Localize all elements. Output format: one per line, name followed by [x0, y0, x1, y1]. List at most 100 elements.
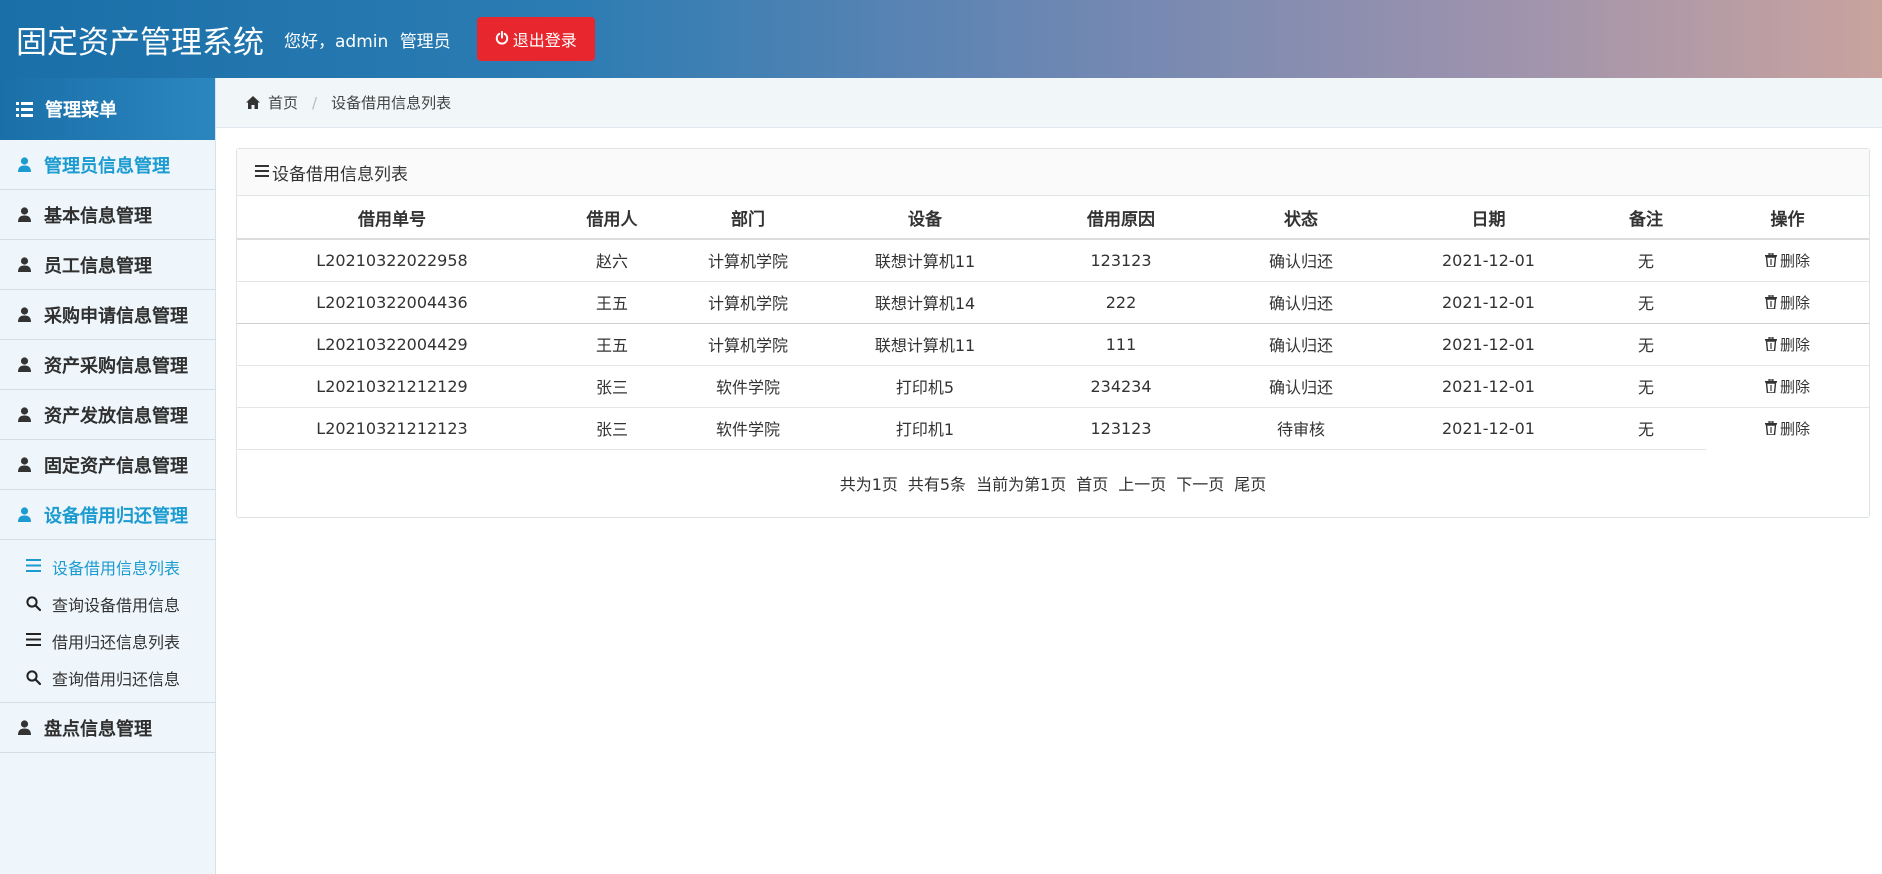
pager-current: 当前为第1页	[976, 475, 1067, 494]
cell-reason: 123123	[1031, 239, 1211, 282]
user-icon	[18, 306, 32, 323]
user-icon	[18, 456, 32, 473]
sidebar-item-basic-info[interactable]: 基本信息管理	[0, 190, 215, 240]
cell-borrower: 王五	[547, 323, 677, 366]
cell-device: 打印机5	[819, 365, 1031, 408]
cell-device: 联想计算机11	[819, 323, 1031, 366]
cell-id: L20210322022958	[237, 239, 547, 282]
user-icon	[18, 406, 32, 423]
delete-label: 删除	[1779, 377, 1810, 396]
delete-button[interactable]: 删除	[1764, 334, 1810, 355]
cell-borrower: 张三	[547, 365, 677, 408]
cell-borrower: 王五	[547, 281, 677, 324]
sidebar-item-label: 员工信息管理	[44, 255, 152, 277]
subitem-search-return[interactable]: 查询借用归还信息	[0, 659, 215, 696]
cell-dept: 软件学院	[677, 407, 819, 450]
search-icon	[26, 595, 42, 612]
role-text: 管理员	[399, 31, 451, 52]
panel-title: 设备借用信息列表	[272, 164, 408, 185]
cell-action: 删除	[1706, 323, 1869, 366]
table-row: L20210322004436 王五 计算机学院 联想计算机14 222 确认归…	[237, 281, 1869, 324]
borrow-list-panel: 设备借用信息列表 借用单号 借用人 部门 设备 借用原因 状态 日期 备注 操作…	[236, 148, 1870, 518]
cell-status: 确认归还	[1211, 239, 1391, 282]
cell-id: L20210321212129	[237, 365, 547, 408]
cell-device: 打印机1	[819, 407, 1031, 450]
table-row: L20210322022958 赵六 计算机学院 联想计算机11 123123 …	[237, 239, 1869, 282]
cell-action: 删除	[1706, 365, 1869, 408]
pager-first-link[interactable]: 首页	[1076, 471, 1108, 495]
subitem-label: 查询设备借用信息	[52, 595, 181, 615]
sidebar-item-label: 资产发放信息管理	[44, 405, 188, 427]
pager-last-link[interactable]: 尾页	[1234, 471, 1266, 495]
cell-status: 确认归还	[1211, 281, 1391, 324]
sidebar-item-asset-purchase[interactable]: 资产采购信息管理	[0, 340, 215, 390]
submenu-equipment-borrow: 设备借用信息列表 查询设备借用信息 借用归还信息列表 查询借用归还信息	[0, 540, 215, 703]
column-header: 借用人	[547, 196, 677, 240]
subitem-label: 查询借用归还信息	[52, 669, 181, 689]
pager-prev-link[interactable]: 上一页	[1118, 471, 1166, 495]
cell-date: 2021-12-01	[1391, 407, 1586, 450]
pager-next-link[interactable]: 下一页	[1176, 471, 1224, 495]
delete-button[interactable]: 删除	[1764, 376, 1810, 397]
trash-icon	[1764, 378, 1778, 394]
sidebar-item-fixed-assets[interactable]: 固定资产信息管理	[0, 440, 215, 490]
delete-label: 删除	[1779, 335, 1810, 354]
table-header-row: 借用单号 借用人 部门 设备 借用原因 状态 日期 备注 操作	[237, 196, 1869, 240]
subitem-borrow-list[interactable]: 设备借用信息列表	[0, 548, 215, 585]
logout-button[interactable]: 退出登录	[476, 17, 595, 61]
user-icon	[18, 356, 32, 373]
delete-label: 删除	[1779, 251, 1810, 270]
sidebar-item-admin[interactable]: 管理员信息管理	[0, 140, 215, 190]
breadcrumb: 首页 / 设备借用信息列表	[216, 78, 1882, 128]
pagination: 共为1页 共有5条 当前为第1页 首页 上一页 下一页 尾页	[237, 450, 1869, 517]
column-header: 设备	[819, 196, 1031, 240]
panel-header: 设备借用信息列表	[237, 149, 1869, 196]
cell-reason: 123123	[1031, 407, 1211, 450]
logout-label: 退出登录	[512, 31, 577, 50]
user-icon	[18, 156, 32, 173]
sidebar-item-equipment-borrow[interactable]: 设备借用归还管理	[0, 490, 215, 540]
cell-note: 无	[1586, 407, 1706, 450]
welcome-text: 您好，admin 管理员	[284, 27, 457, 52]
sidebar-item-asset-distribution[interactable]: 资产发放信息管理	[0, 390, 215, 440]
delete-button[interactable]: 删除	[1764, 250, 1810, 271]
subitem-search-borrow[interactable]: 查询设备借用信息	[0, 585, 215, 622]
sidebar-item-label: 资产采购信息管理	[44, 355, 188, 377]
column-header: 借用单号	[237, 196, 547, 240]
user-icon	[18, 506, 32, 523]
menu-title: 管理菜单	[45, 100, 117, 121]
breadcrumb-home[interactable]: 首页	[268, 92, 298, 113]
cell-borrower: 张三	[547, 407, 677, 450]
table-row: L20210321212123 张三 软件学院 打印机1 123123 待审核 …	[237, 407, 1869, 450]
column-header: 状态	[1211, 196, 1391, 240]
breadcrumb-separator: /	[312, 93, 318, 112]
cell-device: 联想计算机11	[819, 239, 1031, 282]
sidebar-item-inventory[interactable]: 盘点信息管理	[0, 703, 215, 753]
cell-status: 确认归还	[1211, 365, 1391, 408]
cell-action: 删除	[1706, 407, 1869, 449]
column-header: 借用原因	[1031, 196, 1211, 240]
cell-id: L20210322004429	[237, 323, 547, 366]
table-row: L20210322004429 王五 计算机学院 联想计算机11 111 确认归…	[237, 323, 1869, 366]
home-icon	[246, 95, 260, 110]
user-icon	[18, 719, 32, 736]
subitem-return-list[interactable]: 借用归还信息列表	[0, 622, 215, 659]
cell-reason: 111	[1031, 323, 1211, 366]
sidebar-item-label: 设备借用归还管理	[44, 505, 188, 527]
top-header: 固定资产管理系统 您好，admin 管理员 退出登录	[0, 0, 1882, 78]
trash-icon	[1764, 336, 1778, 352]
borrow-table: 借用单号 借用人 部门 设备 借用原因 状态 日期 备注 操作 L2021032…	[237, 196, 1869, 450]
cell-status: 确认归还	[1211, 323, 1391, 366]
trash-icon	[1764, 294, 1778, 310]
column-header: 日期	[1391, 196, 1586, 240]
sidebar-item-purchase-request[interactable]: 采购申请信息管理	[0, 290, 215, 340]
list-icon	[255, 164, 270, 180]
cell-note: 无	[1586, 281, 1706, 324]
delete-label: 删除	[1779, 293, 1810, 312]
menu-header: 管理菜单	[0, 78, 215, 140]
cell-note: 无	[1586, 365, 1706, 408]
delete-button[interactable]: 删除	[1764, 418, 1810, 439]
sidebar-item-staff[interactable]: 员工信息管理	[0, 240, 215, 290]
delete-button[interactable]: 删除	[1764, 292, 1810, 313]
cell-note: 无	[1586, 323, 1706, 366]
